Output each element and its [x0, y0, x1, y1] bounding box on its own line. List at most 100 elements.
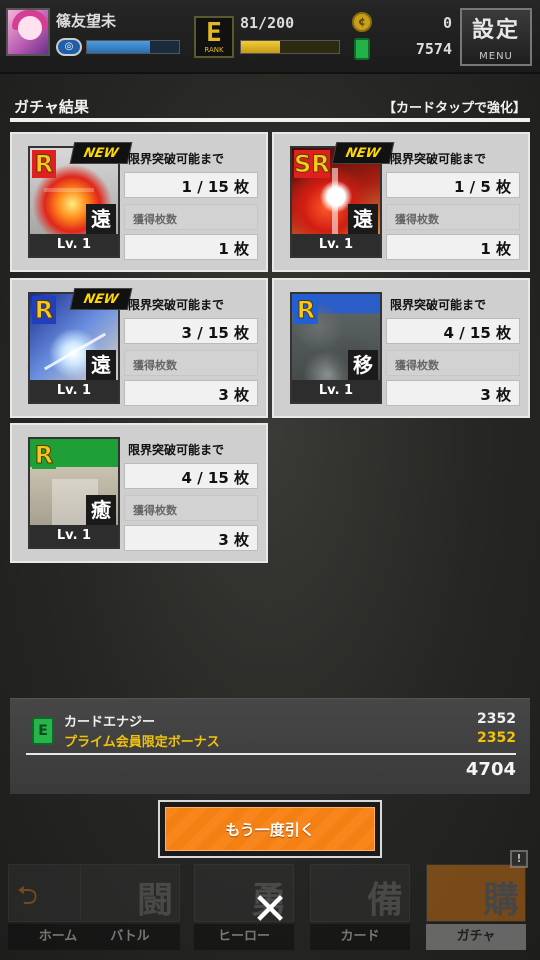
owned-label: 獲得枚数 [133, 359, 177, 372]
owned-row: 獲得枚数 [124, 495, 258, 521]
card-type-badge: 移 [348, 350, 378, 380]
rank-label: RANK [204, 46, 224, 54]
energy-can-icon [354, 38, 370, 60]
limit-break-row: 1 / 15 枚 [124, 172, 258, 198]
card-energy-amount: 2352 [477, 711, 516, 727]
card-level: Lv. 1 [30, 234, 118, 256]
gacha-alert-icon: ! [510, 850, 528, 868]
rarity-badge: R [32, 296, 56, 325]
card-level: Lv. 1 [292, 234, 380, 256]
card-info: 限界突破可能まで 3 / 15 枚 獲得枚数 3 枚 [124, 292, 262, 408]
rank-letter: E [206, 18, 222, 48]
owned-value-row: 1 枚 [386, 234, 520, 260]
energy-can-icon: E [32, 717, 54, 745]
gacha-icon: 購 [482, 880, 519, 921]
rarity-badge: SR [294, 150, 331, 179]
owned-value: 3 枚 [480, 386, 511, 404]
tap-to-enhance-hint: 【カードタップで強化】 [382, 101, 526, 116]
card-info: 限界突破可能まで 4 / 15 枚 獲得枚数 3 枚 [124, 437, 262, 553]
owned-row: 獲得枚数 [386, 350, 520, 376]
limit-break-value: 4 / 15 枚 [181, 469, 249, 487]
nav-battle-icon-area: 闘 [80, 864, 180, 922]
nav-card[interactable]: 備 カード [302, 856, 410, 960]
card-icon: 備 [366, 880, 403, 921]
nav-battle[interactable]: 闘 バトル [72, 856, 180, 960]
rarity-badge: R [32, 441, 56, 470]
stamina-value: 81/200 [240, 14, 295, 32]
card-info: 限界突破可能まで 4 / 15 枚 獲得枚数 3 枚 [386, 292, 524, 408]
stamina-bar-fill [241, 41, 281, 53]
energy-total: 4704 [465, 759, 516, 780]
new-badge: NEW [331, 142, 395, 164]
battle-icon: 闘 [136, 880, 173, 921]
gacha-result-card[interactable]: R 遠 Lv. 1 NEW 限界突破可能まで 1 / 15 枚 獲得枚数 1 枚 [10, 132, 268, 272]
card-info: 限界突破可能まで 1 / 15 枚 獲得枚数 1 枚 [124, 146, 262, 262]
owned-label: 獲得枚数 [395, 359, 439, 372]
limit-break-label: 限界突破可能まで [128, 152, 225, 166]
owned-row: 獲得枚数 [386, 204, 520, 230]
nav-battle-label: バトル [80, 924, 180, 950]
energy-value: 7574 [415, 40, 452, 58]
nav-gacha[interactable]: 購 ガチャ [418, 856, 526, 960]
card-energy-summary: E カードエナジー プライム会員限定ボーナス 2352 2352 4704 [10, 698, 530, 794]
card-info: 限界突破可能まで 1 / 5 枚 獲得枚数 1 枚 [386, 146, 524, 262]
limit-break-row: 4 / 15 枚 [124, 463, 258, 489]
gacha-result-card[interactable]: SR 遠 Lv. 1 NEW 限界突破可能まで 1 / 5 枚 獲得枚数 1 枚 [272, 132, 530, 272]
gacha-result-card[interactable]: R 癒 Lv. 1 限界突破可能まで 4 / 15 枚 獲得枚数 3 枚 [10, 423, 268, 563]
limit-break-row: 1 / 5 枚 [386, 172, 520, 198]
settings-menu-button[interactable]: 設定 MENU [460, 8, 532, 66]
owned-value: 3 枚 [218, 531, 249, 549]
player-name: 篠友望未 [56, 12, 117, 30]
card-art: R 癒 Lv. 1 [28, 437, 120, 549]
card-level: Lv. 1 [30, 380, 118, 402]
nav-card-label: カード [310, 924, 410, 950]
owned-value-row: 3 枚 [124, 380, 258, 406]
currency-icons: ¢ [352, 12, 374, 62]
owned-value: 1 枚 [480, 240, 511, 258]
rank-badge: E RANK [194, 16, 234, 58]
coin-icon: ¢ [352, 12, 372, 32]
rarity-badge: R [32, 150, 56, 179]
energy-divider [26, 753, 516, 755]
rarity-badge: R [294, 296, 318, 325]
limit-break-label: 限界突破可能まで [128, 443, 225, 457]
owned-value: 1 枚 [218, 240, 249, 258]
limit-break-label: 限界突破可能まで [390, 298, 487, 312]
owned-value-row: 3 枚 [386, 380, 520, 406]
owned-value-row: 1 枚 [124, 234, 258, 260]
card-type-badge: 癒 [86, 495, 116, 525]
menu-label: MENU [479, 51, 513, 62]
owned-value: 3 枚 [218, 386, 249, 404]
card-type-badge: 遠 [86, 204, 116, 234]
owned-label: 獲得枚数 [133, 504, 177, 517]
pull-again-label: もう一度引く [165, 807, 375, 851]
limit-break-value: 4 / 15 枚 [443, 324, 511, 342]
pull-again-button[interactable]: もう一度引く [158, 800, 382, 858]
card-type-badge: 遠 [86, 350, 116, 380]
owned-label: 獲得枚数 [133, 213, 177, 226]
new-badge: NEW [69, 288, 133, 310]
owned-label: 獲得枚数 [395, 213, 439, 226]
limit-break-value: 1 / 15 枚 [181, 178, 249, 196]
card-art: R 移 Lv. 1 [290, 292, 382, 404]
home-icon: ⮌ [17, 881, 38, 911]
limit-break-row: 4 / 15 枚 [386, 318, 520, 344]
nav-gacha-icon-area: 購 [426, 864, 526, 922]
settings-label: 設定 [471, 18, 520, 43]
page-title: ガチャ結果 [14, 98, 89, 116]
gacha-result-card[interactable]: R 遠 Lv. 1 NEW 限界突破可能まで 3 / 15 枚 獲得枚数 3 枚 [10, 278, 268, 418]
new-badge: NEW [69, 142, 133, 164]
exp-bar-fill [87, 41, 150, 53]
player-avatar[interactable] [6, 8, 50, 56]
limit-break-row: 3 / 15 枚 [124, 318, 258, 344]
card-type-badge: 遠 [348, 204, 378, 234]
top-status-bar: 篠友望未 ◎ E RANK 81/200 ¢ 0 7574 設定 MENU [0, 0, 540, 74]
gacha-result-card[interactable]: R 移 Lv. 1 限界突破可能まで 4 / 15 枚 獲得枚数 3 枚 [272, 278, 530, 418]
close-button[interactable]: ✕ [244, 884, 296, 936]
limit-break-label: 限界突破可能まで [128, 298, 225, 312]
nav-gacha-label: ガチャ [426, 924, 526, 950]
art-decor [332, 168, 338, 238]
owned-row: 獲得枚数 [124, 350, 258, 376]
exp-bar [86, 40, 180, 54]
limit-break-label: 限界突破可能まで [390, 152, 487, 166]
